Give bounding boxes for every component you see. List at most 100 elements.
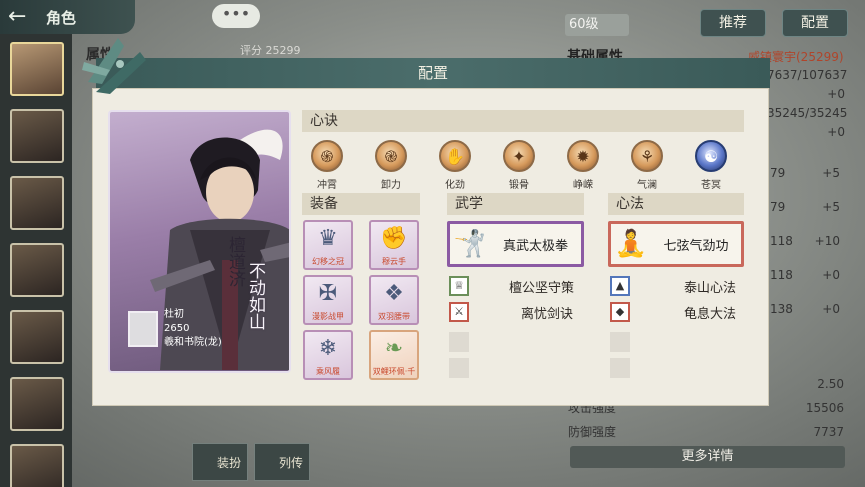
equipment-slot[interactable]: ❄ 乘风履 [303, 330, 353, 380]
sub-martial-art[interactable]: ♕ 檀公坚守策 [449, 275, 584, 297]
skill-name: 化劲 [445, 180, 465, 191]
level-badge: 60级 [565, 14, 629, 36]
gauntlet-icon: ✊ [380, 226, 408, 251]
stat-bonus: +5 [822, 166, 840, 180]
flame-icon: ✹ [567, 140, 599, 172]
avatar [128, 311, 158, 347]
more-details-button[interactable]: 更多详情 [570, 446, 845, 468]
boots-icon: ❄ [318, 336, 338, 361]
ornament-icon [82, 38, 146, 94]
swirl-icon: ֎ [375, 140, 407, 172]
character-portrait[interactable] [10, 109, 64, 163]
section-xinfa-header: 心法 [608, 193, 744, 215]
sub-xinfa[interactable]: ▲ 泰山心法 [610, 275, 744, 297]
chat-bubble-icon[interactable]: ••• [212, 4, 260, 28]
equipment-slot[interactable]: ❖ 双羽腰带 [369, 275, 419, 325]
stat-value: +0 [827, 125, 845, 139]
character-portrait[interactable] [10, 444, 64, 487]
empty-slot[interactable] [610, 358, 630, 378]
character-portrait-list [10, 42, 66, 487]
stat-value: 79 [770, 166, 786, 180]
main-xinfa[interactable]: 🧘 七弦气劲功 [608, 221, 744, 267]
equipment-name: 漫影战甲 [312, 312, 344, 321]
bottom-tabs: 装扮 列传 [192, 443, 310, 481]
sub-martial-art-name: 檀公坚守策 [509, 280, 575, 296]
meditating-figure-icon: 🧘 [614, 229, 648, 259]
character-portrait[interactable] [10, 243, 64, 297]
turtle-icon: ◆ [610, 302, 630, 322]
hero-school: 檀道济 [225, 236, 245, 287]
martial-art-name: 真武太极拳 [502, 238, 568, 254]
stat-value: +0 [827, 87, 845, 101]
equipment-slot[interactable]: ✊ 穆云手 [369, 220, 419, 270]
stat-row: 138 +0 [770, 296, 840, 322]
skill-item[interactable]: ⚘ 气澜 [625, 140, 669, 191]
stat-value: 2.50 [817, 377, 844, 391]
equipment-name: 双羽腰带 [378, 312, 410, 321]
recommend-button[interactable]: 推荐 [700, 9, 766, 37]
stats-right: 79 +5 79 +5 118 +10 118 +0 138 +0 [770, 160, 840, 322]
equipment-name: 穆云手 [382, 257, 406, 266]
equipment-name: 乘风履 [316, 367, 340, 376]
hero-title: 不动如山 [245, 262, 265, 330]
skill-name: 苍冥 [701, 180, 721, 191]
character-portrait[interactable] [10, 42, 64, 96]
skill-item[interactable]: ֍ 冲霄 [305, 140, 349, 191]
skill-item[interactable]: ✹ 峥嵘 [561, 140, 605, 191]
back-arrow-icon[interactable]: ← [8, 6, 46, 28]
modal-title: 配置 [96, 58, 770, 88]
sub-xinfa-name: 泰山心法 [684, 280, 737, 296]
strategy-icon: ♕ [449, 276, 469, 296]
skill-item[interactable]: ☯ 苍冥 [689, 140, 733, 191]
stat-value: 7737 [813, 425, 844, 439]
player-power: 2650 [164, 323, 190, 334]
stats-column: 7637/107637 +0 35245/35245 +0 [767, 66, 848, 142]
equipment-slot[interactable]: ♛ 幻移之冠 [303, 220, 353, 270]
tornado-icon: ֍ [311, 140, 343, 172]
empty-slot[interactable] [449, 332, 469, 352]
tab-outfit[interactable]: 装扮 [192, 443, 248, 481]
skill-item[interactable]: ✋ 化劲 [433, 140, 477, 191]
main-martial-art[interactable]: 🤺 真武太极拳 [447, 221, 584, 267]
equipment-name: 幻移之冠 [312, 257, 344, 266]
skill-item[interactable]: ֎ 卸力 [369, 140, 413, 191]
empty-slot[interactable] [449, 358, 469, 378]
stat-value: 79 [770, 200, 786, 214]
sword-icon: ⚔ [449, 302, 469, 322]
score-text: 评分 25299 [240, 44, 301, 57]
stat-bonus: +0 [822, 268, 840, 282]
character-portrait[interactable] [10, 310, 64, 364]
stat-label: 防御强度 [568, 425, 617, 439]
palm-icon: ✋ [439, 140, 471, 172]
player-guild: 羲和书院(龙) [164, 337, 222, 348]
armor-icon: ✠ [318, 281, 338, 306]
stat-row: 防御强度 7737 [568, 420, 844, 444]
section-martial-arts-header: 武学 [447, 193, 584, 215]
mountain-icon: ▲ [610, 276, 630, 296]
tab-biography[interactable]: 列传 [254, 443, 310, 481]
stat-bonus: +0 [822, 302, 840, 316]
skill-name: 冲霄 [317, 180, 337, 191]
sub-martial-art-name: 离忧剑诀 [521, 306, 574, 322]
config-button[interactable]: 配置 [782, 9, 848, 37]
stat-row: 79 +5 [770, 194, 840, 220]
empty-slot[interactable] [610, 332, 630, 352]
skill-name: 卸力 [381, 180, 401, 191]
pendant-icon: ❧ [384, 336, 404, 361]
top-nav-bar: ← 角色 [0, 0, 135, 34]
bone-icon: ✦ [503, 140, 535, 172]
belt-icon: ❖ [384, 281, 404, 306]
skill-item[interactable]: ✦ 锻骨 [497, 140, 541, 191]
sub-xinfa[interactable]: ◆ 龟息大法 [610, 301, 744, 323]
stat-value: 7637/107637 [767, 68, 848, 82]
sub-martial-art[interactable]: ⚔ 离忧剑诀 [449, 301, 584, 323]
section-equipment-header: 装备 [302, 193, 420, 215]
yinyang-icon: ☯ [695, 140, 727, 172]
stat-row: 118 +0 [770, 262, 840, 288]
character-portrait[interactable] [10, 377, 64, 431]
stat-value: 35245/35245 [767, 106, 848, 120]
equipment-slot[interactable]: ✠ 漫影战甲 [303, 275, 353, 325]
character-portrait[interactable] [10, 176, 64, 230]
equipment-slot[interactable]: ❧ 双鲤环佩·千 [369, 330, 419, 380]
stat-bonus: +10 [814, 234, 840, 248]
